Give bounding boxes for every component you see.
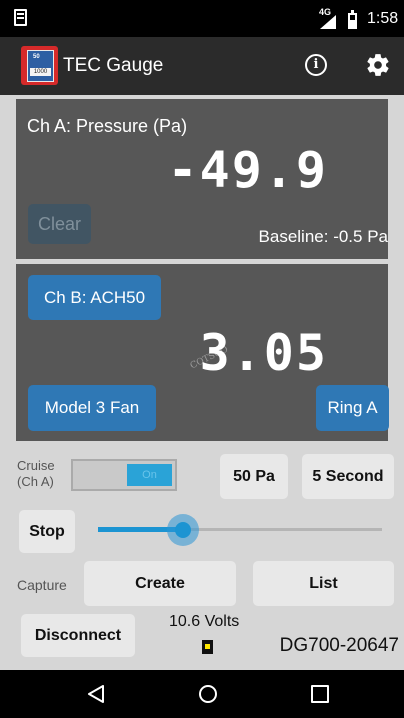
- app-bar: 50 1000 TEC Gauge i: [0, 37, 404, 95]
- channel-b-value: 3.05: [199, 324, 328, 382]
- slider-thumb[interactable]: [167, 514, 200, 546]
- target-pressure-button[interactable]: 50 Pa: [220, 454, 288, 499]
- ring-button[interactable]: Ring A: [316, 385, 389, 431]
- recent-apps-icon[interactable]: [311, 685, 329, 703]
- baseline-readout: Baseline: -0.5 Pa: [258, 227, 388, 246]
- status-bar: 4G 1:58: [0, 0, 404, 37]
- home-icon[interactable]: [199, 685, 217, 703]
- channel-b-panel: Ch B: ACH50 COTSCO 3.05 Model 3 Fan Ring…: [16, 264, 389, 441]
- cruise-toggle-knob: On: [127, 464, 172, 486]
- channel-b-button[interactable]: Ch B: ACH50: [28, 275, 161, 320]
- capture-label: Capture: [17, 577, 67, 593]
- channel-a-title: Ch A: Pressure (Pa): [27, 116, 188, 136]
- cruise-toggle[interactable]: On: [71, 459, 177, 491]
- app-title: TEC Gauge: [63, 55, 164, 76]
- gear-icon[interactable]: [365, 52, 391, 78]
- battery-status-icon: [348, 10, 357, 29]
- channel-a-value: -49.9: [167, 141, 328, 199]
- info-icon[interactable]: i: [305, 54, 327, 76]
- sim-card-icon: [14, 9, 27, 26]
- back-icon[interactable]: [87, 685, 105, 703]
- signal-icon: [320, 15, 336, 29]
- logo-value-text: 1000: [30, 68, 51, 76]
- logo-top-text: 50: [33, 54, 40, 60]
- disconnect-button[interactable]: Disconnect: [21, 614, 135, 657]
- cruise-label: Cruise (Ch A): [17, 458, 55, 489]
- status-time: 1:58: [367, 10, 399, 27]
- create-button[interactable]: Create: [84, 561, 236, 606]
- averaging-period-button[interactable]: 5 Second: [302, 454, 394, 499]
- fan-speed-slider[interactable]: [98, 514, 382, 546]
- device-id: DG700-20647: [279, 635, 399, 656]
- app-logo: 50 1000: [21, 46, 58, 85]
- voltage-readout: 10.6 Volts: [169, 613, 240, 630]
- list-button[interactable]: List: [253, 561, 394, 606]
- stop-button[interactable]: Stop: [19, 510, 75, 553]
- clear-button[interactable]: Clear: [28, 204, 91, 244]
- fan-model-button[interactable]: Model 3 Fan: [28, 385, 156, 431]
- channel-a-panel: Ch A: Pressure (Pa) -49.9 Clear Baseline…: [16, 99, 388, 259]
- navigation-bar: [0, 670, 404, 718]
- battery-icon: [202, 640, 213, 654]
